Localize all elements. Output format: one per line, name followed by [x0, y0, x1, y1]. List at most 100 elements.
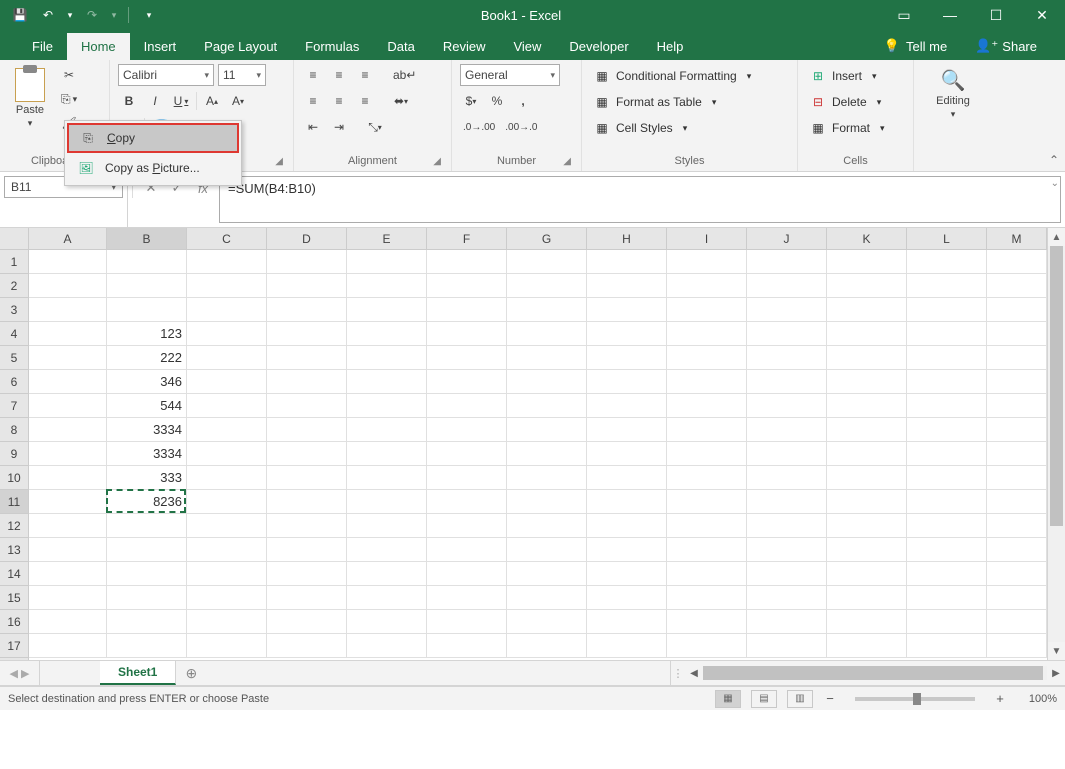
column-header-D[interactable]: D: [267, 228, 347, 249]
bold-button[interactable]: B: [118, 90, 140, 112]
cell-G14[interactable]: [507, 562, 587, 586]
cell-J5[interactable]: [747, 346, 827, 370]
cell-L8[interactable]: [907, 418, 987, 442]
cell-B16[interactable]: [107, 610, 187, 634]
cell-I11[interactable]: [667, 490, 747, 514]
zoom-slider[interactable]: [855, 697, 975, 701]
cell-K9[interactable]: [827, 442, 907, 466]
cell-C13[interactable]: [187, 538, 267, 562]
undo-button[interactable]: ↶: [36, 3, 60, 27]
cell-L17[interactable]: [907, 634, 987, 658]
cell-K15[interactable]: [827, 586, 907, 610]
cell-K7[interactable]: [827, 394, 907, 418]
row-header-14[interactable]: 14: [0, 562, 28, 586]
cell-C11[interactable]: [187, 490, 267, 514]
cell-F4[interactable]: [427, 322, 507, 346]
cell-L16[interactable]: [907, 610, 987, 634]
cell-G2[interactable]: [507, 274, 587, 298]
cell-J6[interactable]: [747, 370, 827, 394]
cell-G11[interactable]: [507, 490, 587, 514]
cell-K6[interactable]: [827, 370, 907, 394]
cell-M14[interactable]: [987, 562, 1047, 586]
cell-B5[interactable]: 222: [107, 346, 187, 370]
tell-me-search[interactable]: 💡Tell me: [874, 32, 957, 60]
cell-D4[interactable]: [267, 322, 347, 346]
row-header-8[interactable]: 8: [0, 418, 28, 442]
cell-F2[interactable]: [427, 274, 507, 298]
increase-indent-button[interactable]: ⇥: [328, 116, 350, 138]
sheet-nav-buttons[interactable]: ◀ ▶: [0, 661, 40, 685]
cell-M10[interactable]: [987, 466, 1047, 490]
cell-L14[interactable]: [907, 562, 987, 586]
dialog-launcher-icon[interactable]: ◢: [275, 156, 283, 167]
cell-F1[interactable]: [427, 250, 507, 274]
cell-J8[interactable]: [747, 418, 827, 442]
cell-F8[interactable]: [427, 418, 507, 442]
scroll-right-button[interactable]: ▶: [1047, 661, 1065, 685]
cell-C10[interactable]: [187, 466, 267, 490]
column-header-I[interactable]: I: [667, 228, 747, 249]
cell-H10[interactable]: [587, 466, 667, 490]
cell-M12[interactable]: [987, 514, 1047, 538]
cell-K12[interactable]: [827, 514, 907, 538]
cell-A4[interactable]: [29, 322, 107, 346]
cell-F16[interactable]: [427, 610, 507, 634]
cell-E17[interactable]: [347, 634, 427, 658]
tab-formulas[interactable]: Formulas: [291, 33, 373, 60]
close-button[interactable]: ✕: [1019, 0, 1065, 30]
cell-L13[interactable]: [907, 538, 987, 562]
cell-B2[interactable]: [107, 274, 187, 298]
decrease-indent-button[interactable]: ⇤: [302, 116, 324, 138]
cell-H12[interactable]: [587, 514, 667, 538]
cell-E5[interactable]: [347, 346, 427, 370]
cell-M16[interactable]: [987, 610, 1047, 634]
row-header-5[interactable]: 5: [0, 346, 28, 370]
cell-D1[interactable]: [267, 250, 347, 274]
cell-H9[interactable]: [587, 442, 667, 466]
cell-M4[interactable]: [987, 322, 1047, 346]
cell-G15[interactable]: [507, 586, 587, 610]
cell-I3[interactable]: [667, 298, 747, 322]
cell-L3[interactable]: [907, 298, 987, 322]
cell-F12[interactable]: [427, 514, 507, 538]
tab-home[interactable]: Home: [67, 33, 130, 60]
expand-formula-bar-button[interactable]: ⌄: [1051, 178, 1059, 189]
cell-G12[interactable]: [507, 514, 587, 538]
align-center-button[interactable]: ≡: [328, 90, 350, 112]
cell-F15[interactable]: [427, 586, 507, 610]
cell-M11[interactable]: [987, 490, 1047, 514]
maximize-button[interactable]: ☐: [973, 0, 1019, 30]
column-header-G[interactable]: G: [507, 228, 587, 249]
cell-A2[interactable]: [29, 274, 107, 298]
cell-C3[interactable]: [187, 298, 267, 322]
cell-L5[interactable]: [907, 346, 987, 370]
cell-L4[interactable]: [907, 322, 987, 346]
scroll-thumb[interactable]: [1050, 246, 1063, 526]
cell-G17[interactable]: [507, 634, 587, 658]
comma-format-button[interactable]: ,: [512, 90, 534, 112]
column-headers[interactable]: ABCDEFGHIJKLM: [29, 228, 1047, 250]
row-headers[interactable]: 1234567891011121314151617: [0, 250, 29, 660]
cell-E1[interactable]: [347, 250, 427, 274]
page-break-view-button[interactable]: ▥: [787, 690, 813, 708]
cell-E7[interactable]: [347, 394, 427, 418]
cell-A1[interactable]: [29, 250, 107, 274]
format-cells-button[interactable]: ▦Format▾: [806, 116, 889, 140]
cell-K1[interactable]: [827, 250, 907, 274]
column-header-H[interactable]: H: [587, 228, 667, 249]
cell-C9[interactable]: [187, 442, 267, 466]
row-header-13[interactable]: 13: [0, 538, 28, 562]
cell-F11[interactable]: [427, 490, 507, 514]
cell-F10[interactable]: [427, 466, 507, 490]
select-all-corner[interactable]: [0, 228, 29, 250]
cell-I10[interactable]: [667, 466, 747, 490]
cell-H1[interactable]: [587, 250, 667, 274]
cell-B13[interactable]: [107, 538, 187, 562]
tab-insert[interactable]: Insert: [130, 33, 191, 60]
cell-A16[interactable]: [29, 610, 107, 634]
cell-I14[interactable]: [667, 562, 747, 586]
column-header-C[interactable]: C: [187, 228, 267, 249]
cell-C6[interactable]: [187, 370, 267, 394]
cell-B15[interactable]: [107, 586, 187, 610]
cell-G16[interactable]: [507, 610, 587, 634]
